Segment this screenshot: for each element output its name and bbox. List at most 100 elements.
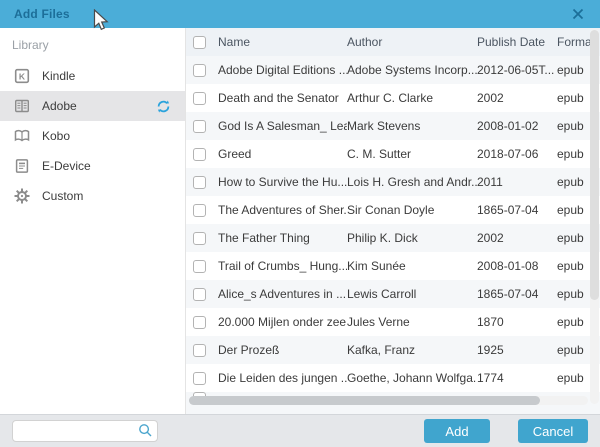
row-checkbox[interactable] <box>193 64 206 77</box>
close-button[interactable] <box>570 6 586 22</box>
sidebar-item-kindle[interactable]: K Kindle <box>0 61 185 91</box>
vertical-scrollbar[interactable] <box>590 29 599 404</box>
cell-author: Jules Verne <box>347 315 477 329</box>
row-checkbox[interactable] <box>193 120 206 133</box>
row-checkbox[interactable] <box>193 316 206 329</box>
row-checkbox[interactable] <box>193 344 206 357</box>
row-checkbox[interactable] <box>193 232 206 245</box>
dialog-body: Library K Kindle Adobe Kobo E-Device Cus… <box>0 28 600 414</box>
table-row[interactable]: Der Prozeß Kafka, Franz 1925 epub <box>186 336 600 364</box>
row-checkbox[interactable] <box>193 204 206 217</box>
table-row[interactable]: The Father Thing Philip K. Dick 2002 epu… <box>186 224 600 252</box>
kobo-icon <box>14 128 30 144</box>
sidebar-item-label: Kobo <box>42 129 70 143</box>
cell-name: Die Leiden des jungen ... <box>218 371 347 385</box>
cell-name: How to Survive the Hu... <box>218 175 347 189</box>
cell-publish-date: 2011 <box>477 175 557 189</box>
custom-icon <box>14 188 30 204</box>
table-row[interactable]: Die Leiden des jungen ... Goethe, Johann… <box>186 364 600 392</box>
search-input[interactable] <box>12 420 158 442</box>
cell-publish-date: 2002 <box>477 91 557 105</box>
row-checkbox[interactable] <box>193 176 206 189</box>
cell-publish-date: 2012-06-05T... <box>477 63 557 77</box>
column-header-name[interactable]: Name <box>218 35 347 49</box>
sidebar-header: Library <box>0 28 185 61</box>
cell-author: Goethe, Johann Wolfga... <box>347 371 477 385</box>
table-rows: Adobe Digital Editions ... Adobe Systems… <box>186 56 600 414</box>
cell-publish-date: 1774 <box>477 371 557 385</box>
table-row[interactable]: How to Survive the Hu... Lois H. Gresh a… <box>186 168 600 196</box>
magnifier-icon <box>138 423 153 443</box>
row-checkbox[interactable] <box>193 260 206 273</box>
table-row[interactable]: The Adventures of Sher... Sir Conan Doyl… <box>186 196 600 224</box>
horizontal-scrollbar[interactable] <box>189 396 588 405</box>
cell-author: Philip K. Dick <box>347 231 477 245</box>
sidebar-item-adobe[interactable]: Adobe <box>0 91 185 121</box>
add-button[interactable]: Add <box>424 419 490 443</box>
row-checkbox[interactable] <box>193 372 206 385</box>
cell-author: Mark Stevens <box>347 119 477 133</box>
e-device-icon <box>14 158 30 174</box>
sidebar-item-e-device[interactable]: E-Device <box>0 151 185 181</box>
sidebar-item-label: Kindle <box>42 69 75 83</box>
table-row[interactable]: Alice_s Adventures in ... Lewis Carroll … <box>186 280 600 308</box>
cell-publish-date: 2002 <box>477 231 557 245</box>
cancel-button[interactable]: Cancel <box>518 419 588 443</box>
column-header-author[interactable]: Author <box>347 35 477 49</box>
table-row[interactable]: Death and the Senator Arthur C. Clarke 2… <box>186 84 600 112</box>
svg-text:K: K <box>19 71 26 81</box>
cell-publish-date: 1865-07-04 <box>477 203 557 217</box>
cell-name: The Father Thing <box>218 231 347 245</box>
file-table: Name Author Publish Date Format Adobe Di… <box>186 28 600 414</box>
row-checkbox[interactable] <box>193 288 206 301</box>
cell-author: Arthur C. Clarke <box>347 91 477 105</box>
sidebar-item-label: Adobe <box>42 99 77 113</box>
cell-author: Lewis Carroll <box>347 287 477 301</box>
search-box <box>12 420 158 442</box>
title-bar: Add Files <box>0 0 600 28</box>
adobe-icon <box>14 98 30 114</box>
cell-publish-date: 1870 <box>477 315 557 329</box>
select-all-checkbox[interactable] <box>193 36 206 49</box>
cell-author: Lois H. Gresh and Andr... <box>347 175 477 189</box>
cell-publish-date: 1925 <box>477 343 557 357</box>
table-header: Name Author Publish Date Format <box>186 28 600 56</box>
footer-bar: Add Cancel <box>0 414 600 447</box>
sidebar-item-custom[interactable]: Custom <box>0 181 185 211</box>
table-row[interactable]: 20.000 Mijlen onder zee Jules Verne 1870… <box>186 308 600 336</box>
library-sidebar: Library K Kindle Adobe Kobo E-Device Cus… <box>0 28 186 414</box>
cell-author: Kim Sunée <box>347 259 477 273</box>
refresh-icon[interactable] <box>156 99 171 114</box>
row-checkbox[interactable] <box>193 92 206 105</box>
table-row[interactable]: Adobe Digital Editions ... Adobe Systems… <box>186 56 600 84</box>
add-files-dialog: Add Files Library K Kindle Adobe Kobo E-… <box>0 0 600 447</box>
cell-author: Sir Conan Doyle <box>347 203 477 217</box>
vertical-scrollbar-thumb[interactable] <box>590 30 599 300</box>
cell-author: Adobe Systems Incorp... <box>347 63 477 77</box>
cell-name: Alice_s Adventures in ... <box>218 287 347 301</box>
cell-author: Kafka, Franz <box>347 343 477 357</box>
cell-name: Trail of Crumbs_ Hung... <box>218 259 347 273</box>
cell-author: C. M. Sutter <box>347 147 477 161</box>
kindle-icon: K <box>14 68 30 84</box>
table-row[interactable]: God Is A Salesman_ Lea... Mark Stevens 2… <box>186 112 600 140</box>
cell-name: Der Prozeß <box>218 343 347 357</box>
sidebar-items: K Kindle Adobe Kobo E-Device Custom <box>0 61 185 211</box>
dialog-title: Add Files <box>14 7 70 21</box>
table-row[interactable]: Trail of Crumbs_ Hung... Kim Sunée 2008-… <box>186 252 600 280</box>
cell-publish-date: 2008-01-02 <box>477 119 557 133</box>
close-icon <box>572 8 584 20</box>
sidebar-item-label: E-Device <box>42 159 91 173</box>
cell-name: The Adventures of Sher... <box>218 203 347 217</box>
sidebar-item-label: Custom <box>42 189 83 203</box>
table-row[interactable]: Greed C. M. Sutter 2018-07-06 epub <box>186 140 600 168</box>
cell-name: Greed <box>218 147 347 161</box>
sidebar-item-kobo[interactable]: Kobo <box>0 121 185 151</box>
cell-name: God Is A Salesman_ Lea... <box>218 119 347 133</box>
cell-name: Adobe Digital Editions ... <box>218 63 347 77</box>
cell-publish-date: 2008-01-08 <box>477 259 557 273</box>
row-checkbox[interactable] <box>193 148 206 161</box>
cell-name: Death and the Senator <box>218 91 347 105</box>
column-header-publish-date[interactable]: Publish Date <box>477 35 557 49</box>
horizontal-scrollbar-thumb[interactable] <box>189 396 540 405</box>
